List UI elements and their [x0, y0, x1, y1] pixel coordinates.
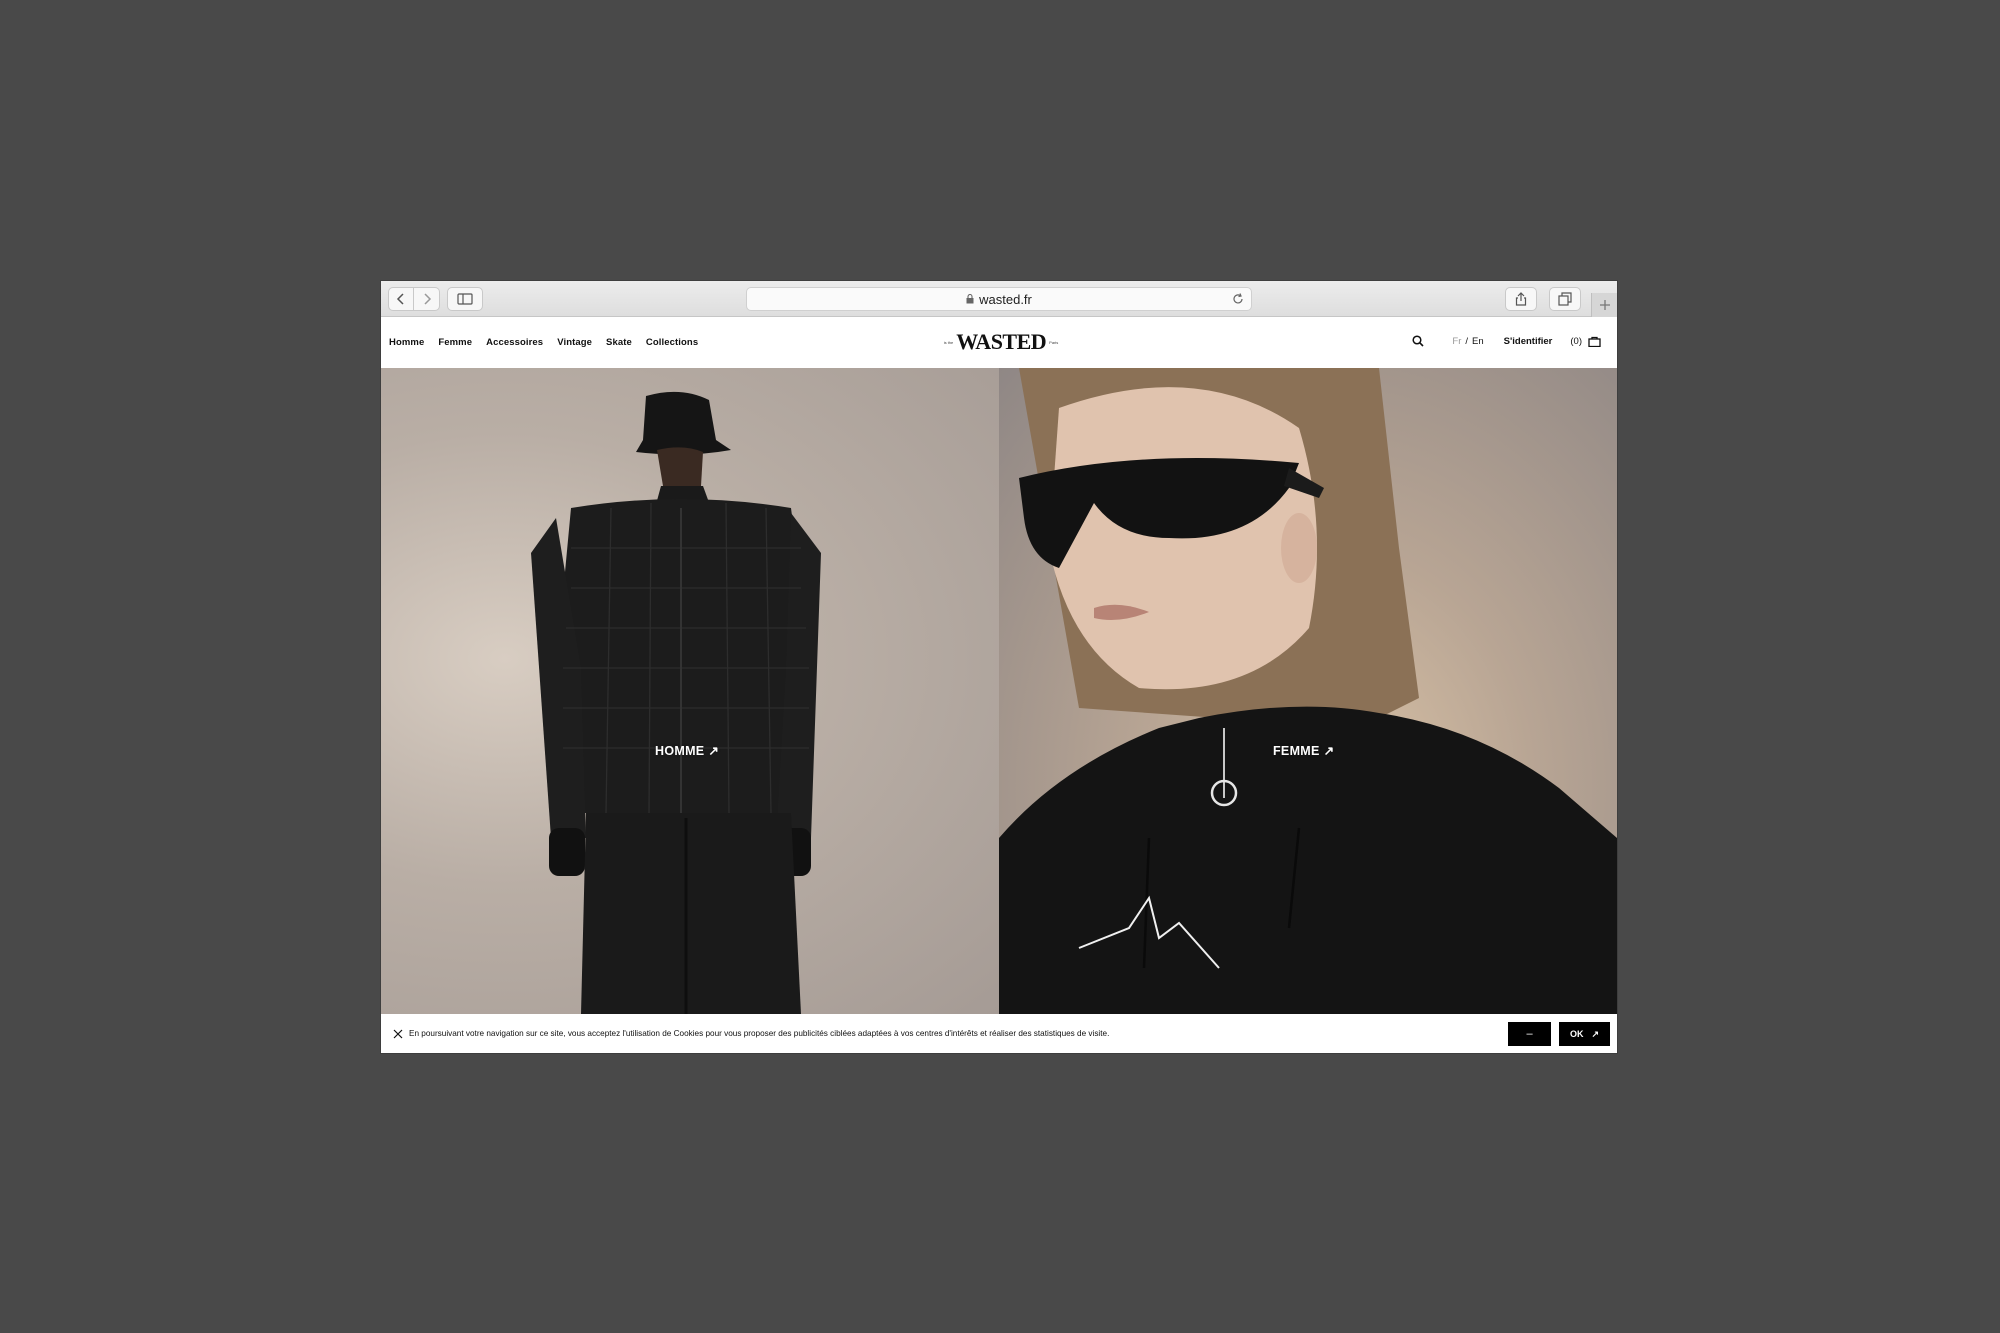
chevron-right-icon: [423, 293, 431, 305]
homme-model-photo: [531, 391, 821, 1014]
tabs-overview-button[interactable]: [1549, 287, 1581, 311]
logo-wordmark: WASTED: [956, 329, 1047, 354]
hero-panel-homme[interactable]: HOMME ↗: [381, 368, 999, 1014]
cookie-banner: En poursuivant votre navigation sur ce s…: [381, 1014, 1617, 1053]
header-actions: Fr / En S'identifier (0): [1412, 335, 1601, 347]
arrow-up-right-icon: ↗: [1323, 744, 1335, 758]
lang-separator: /: [1465, 335, 1469, 347]
back-button[interactable]: [388, 287, 414, 311]
share-icon: [1515, 292, 1527, 306]
cookie-dismiss-button[interactable]: –: [1508, 1022, 1551, 1046]
cart-button[interactable]: (0): [1570, 336, 1601, 347]
hero-section: HOMME ↗ FEMME ↗: [381, 368, 1617, 1014]
tabs-icon: [1558, 292, 1572, 306]
address-bar[interactable]: wasted.fr: [746, 287, 1252, 311]
lang-fr[interactable]: Fr: [1452, 336, 1461, 347]
femme-label: FEMME: [1273, 743, 1320, 758]
browser-toolbar: wasted.fr: [381, 281, 1617, 317]
femme-model-photo: [999, 368, 1617, 1014]
nav-item-skate[interactable]: Skate: [606, 337, 632, 348]
chevron-left-icon: [396, 293, 404, 305]
cookie-close-button[interactable]: [393, 1029, 403, 1039]
new-tab-button[interactable]: [1591, 293, 1617, 317]
forward-button[interactable]: [414, 287, 440, 311]
reload-icon[interactable]: [1231, 292, 1245, 306]
logo-left-caption: is the: [943, 339, 954, 345]
plus-icon: [1599, 300, 1610, 310]
femme-category-link[interactable]: FEMME ↗: [1273, 743, 1335, 759]
site-logo[interactable]: is the WASTED Paris: [939, 327, 1063, 357]
logo-right-caption: Paris: [1049, 339, 1059, 345]
nav-item-accessoires[interactable]: Accessoires: [486, 337, 543, 348]
browser-window: wasted.fr Homme Femme Accessoires Vintag…: [381, 281, 1617, 1053]
lock-icon: [966, 294, 974, 304]
address-url: wasted.fr: [979, 291, 1032, 307]
cookie-message: En poursuivant votre navigation sur ce s…: [409, 1029, 1110, 1038]
arrow-up-right-icon: ↗: [708, 744, 720, 758]
nav-item-homme[interactable]: Homme: [389, 337, 424, 348]
site-header: Homme Femme Accessoires Vintage Skate Co…: [381, 317, 1617, 368]
close-icon: [393, 1029, 403, 1038]
sidebar-toggle-button[interactable]: [447, 287, 483, 311]
search-button[interactable]: [1412, 335, 1424, 347]
nav-item-collections[interactable]: Collections: [646, 337, 698, 348]
homme-label: HOMME: [655, 743, 705, 758]
arrow-up-right-icon: ↗: [1591, 1028, 1600, 1039]
search-icon: [1412, 335, 1424, 347]
cart-count: (0): [1570, 335, 1582, 347]
login-link[interactable]: S'identifier: [1504, 336, 1553, 347]
shopping-bag-icon: [1588, 336, 1601, 347]
hero-panel-femme[interactable]: FEMME ↗: [999, 368, 1617, 1014]
language-switcher: Fr / En: [1452, 336, 1483, 347]
cookie-ok-label: OK: [1569, 1029, 1584, 1039]
sidebar-icon: [457, 293, 473, 305]
share-button[interactable]: [1505, 287, 1537, 311]
lang-en[interactable]: En: [1472, 336, 1484, 347]
nav-item-vintage[interactable]: Vintage: [557, 337, 592, 348]
main-navigation: Homme Femme Accessoires Vintage Skate Co…: [389, 337, 698, 348]
cookie-ok-button[interactable]: OK ↗: [1559, 1022, 1610, 1046]
nav-item-femme[interactable]: Femme: [438, 337, 472, 348]
homme-category-link[interactable]: HOMME ↗: [655, 743, 720, 759]
